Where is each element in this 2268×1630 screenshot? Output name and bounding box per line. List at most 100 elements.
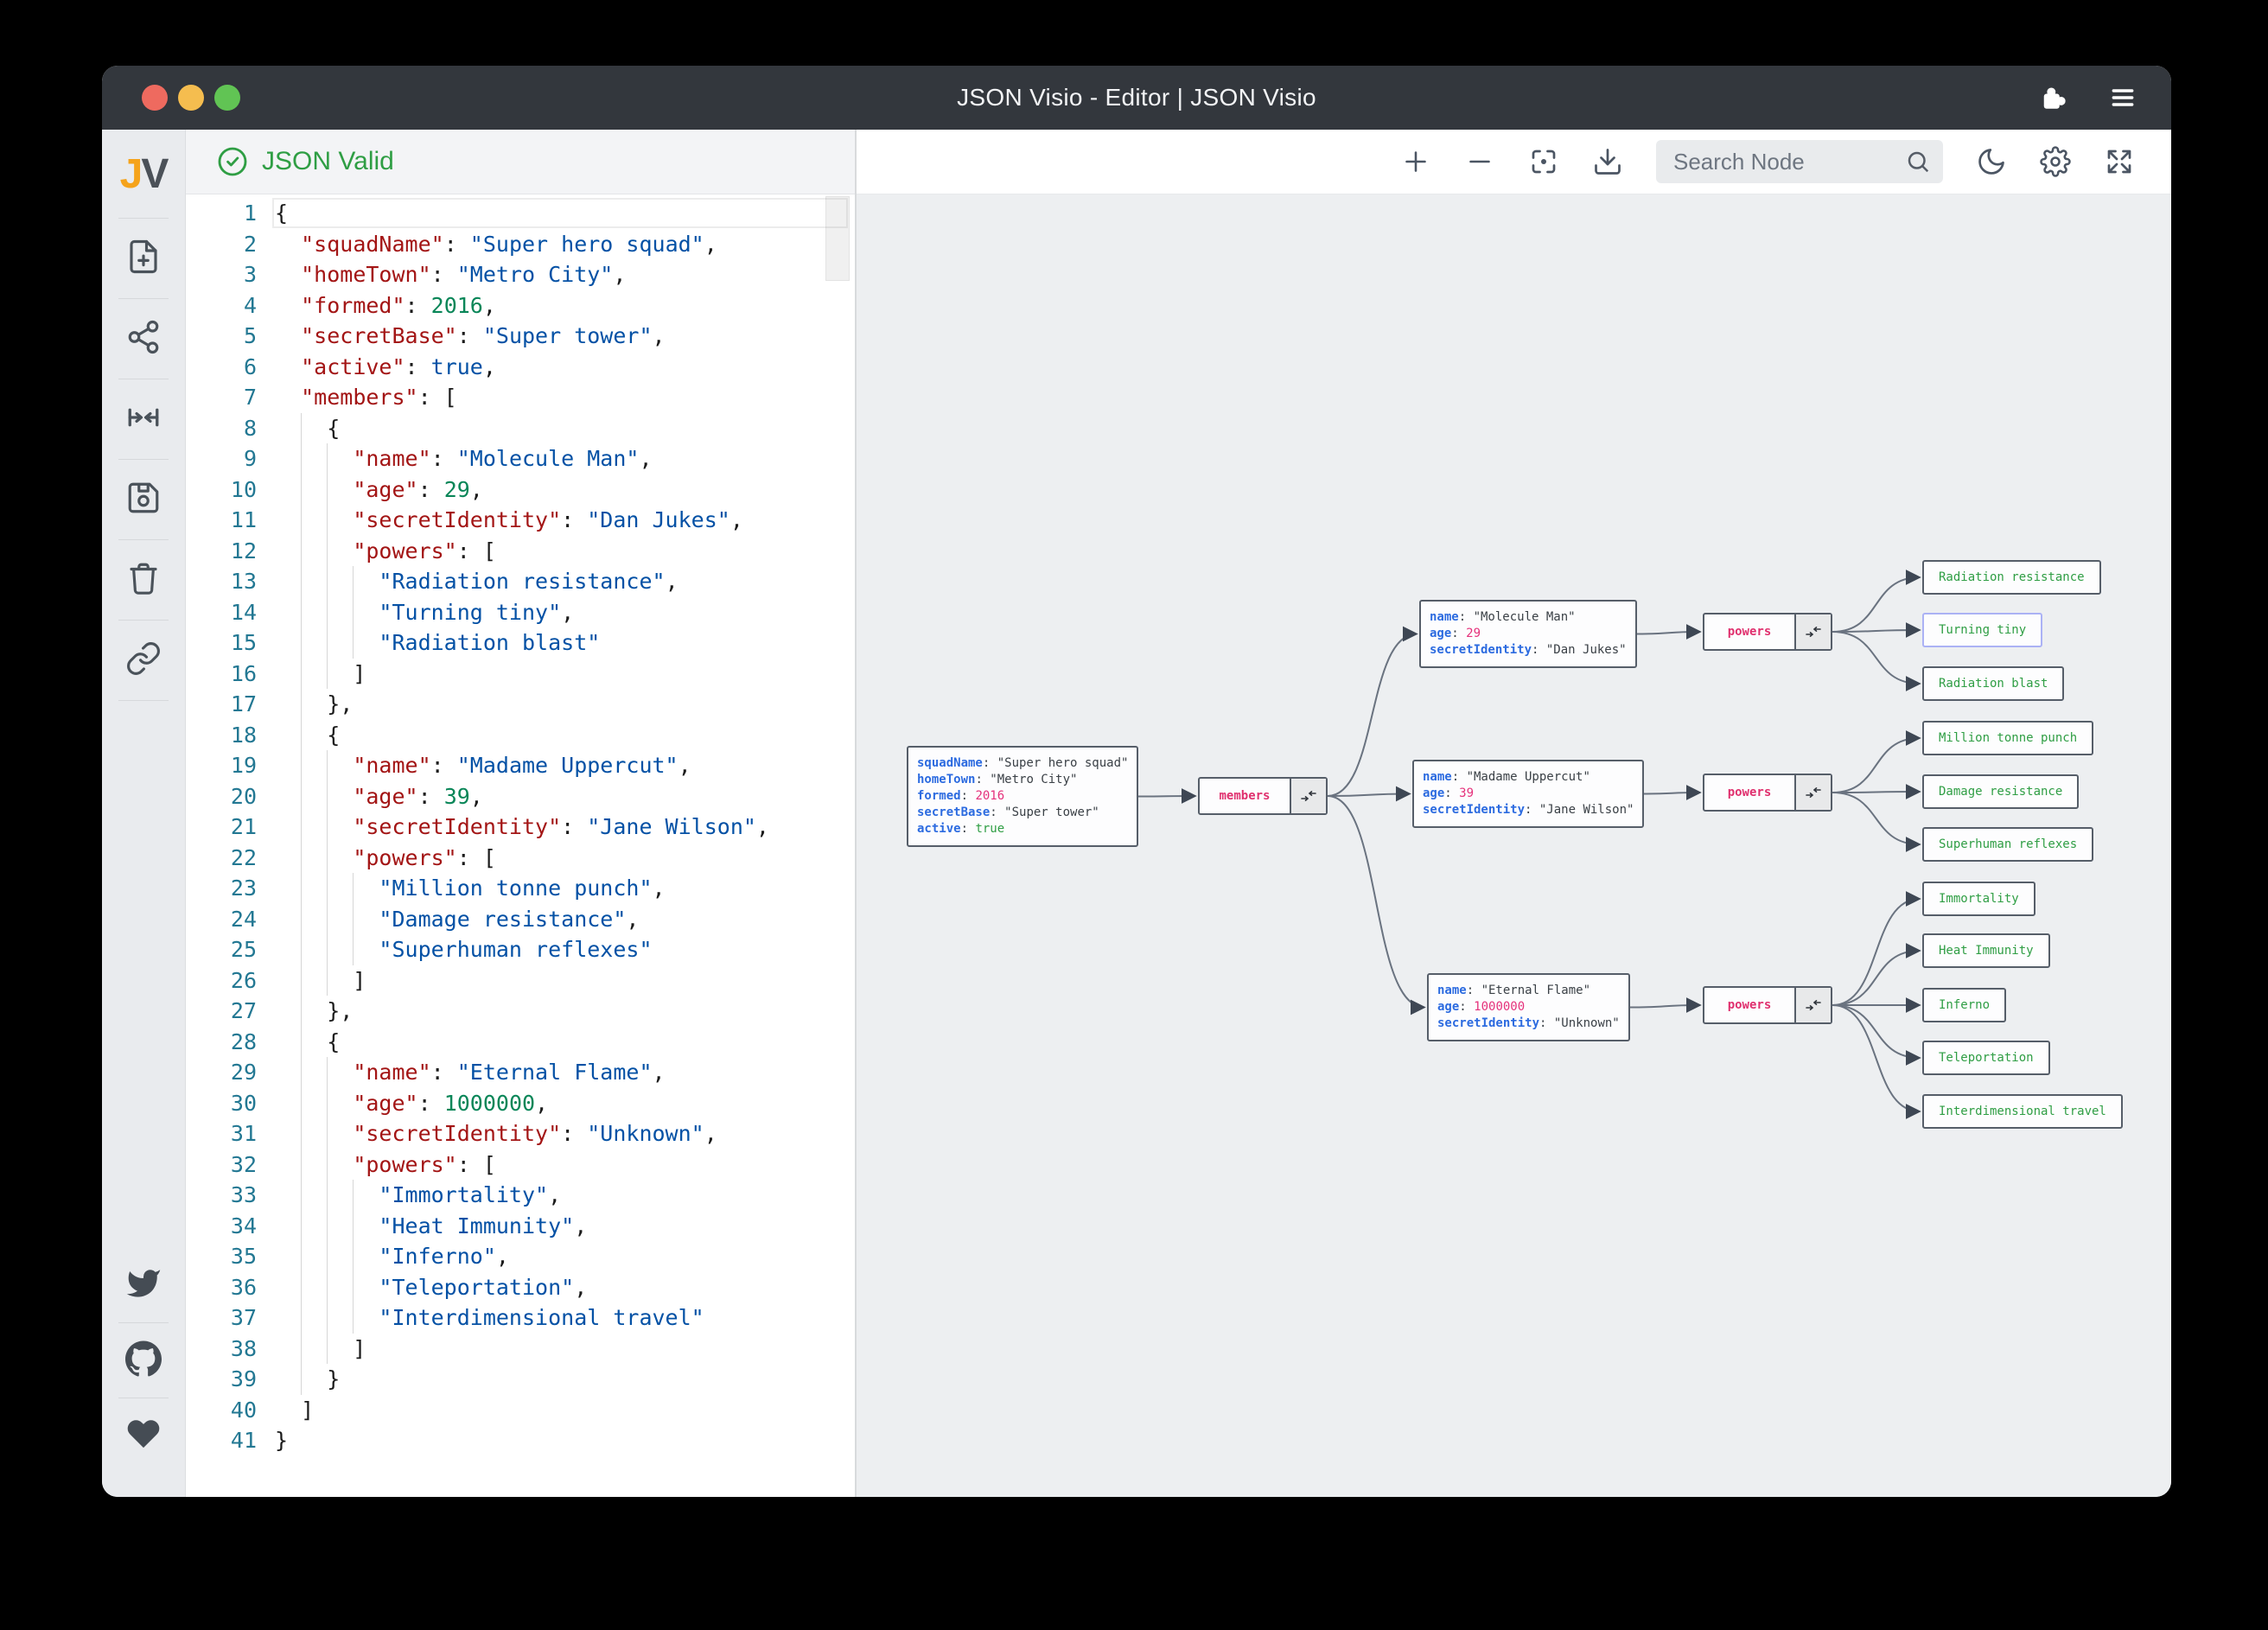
code-line-content[interactable]: "name": "Molecule Man", (257, 443, 652, 474)
code-line: 34 "Heat Immunity", (186, 1211, 855, 1242)
code-line-content[interactable]: "powers": [ (257, 1149, 496, 1181)
code-line-content[interactable]: "homeTown": "Metro City", (257, 259, 626, 290)
code-line-content[interactable]: "Heat Immunity", (257, 1211, 587, 1242)
code-line-content[interactable]: "Turning tiny", (257, 597, 574, 628)
close-button[interactable] (142, 85, 168, 111)
code-line-content[interactable]: { (257, 198, 288, 229)
save-button[interactable] (102, 460, 185, 539)
code-line-content[interactable]: "Interdimensional travel" (257, 1302, 704, 1334)
line-number: 6 (243, 353, 257, 379)
code-line-content[interactable]: "Superhuman reflexes" (257, 934, 652, 965)
twitter-link[interactable] (102, 1248, 185, 1322)
code-line-content[interactable]: "age": 1000000, (257, 1088, 548, 1119)
graph-node-p3a[interactable]: Immortality (1922, 882, 2035, 916)
line-number: 11 (230, 507, 257, 532)
code-line-content[interactable]: "secretIdentity": "Unknown", (257, 1118, 717, 1149)
code-line-content[interactable]: ] (257, 965, 366, 996)
graph-node-p3c[interactable]: Inferno (1922, 988, 2007, 1022)
share-button[interactable] (102, 299, 185, 379)
code-line-content[interactable]: "name": "Eternal Flame", (257, 1057, 665, 1088)
link-button[interactable] (102, 621, 185, 700)
graph-node-p2[interactable]: powers (1703, 774, 1832, 812)
graph-node-p2c[interactable]: Superhuman reflexes (1922, 827, 2094, 862)
graph-node-p1b[interactable]: Turning tiny (1922, 613, 2043, 647)
code-line: 13 "Radiation resistance", (186, 566, 855, 597)
traffic-lights (142, 66, 240, 130)
code-line-content[interactable]: "formed": 2016, (257, 290, 496, 322)
code-line: 16 ] (186, 659, 855, 690)
collapse-node-button[interactable] (1290, 779, 1326, 813)
code-line-content[interactable]: "Radiation blast" (257, 627, 600, 659)
github-link[interactable] (102, 1323, 185, 1398)
collapse-button[interactable] (102, 379, 185, 459)
center-focus-button[interactable] (1528, 146, 1559, 177)
graph-node-m2[interactable]: name: "Madame Uppercut" age: 39 secretIden… (1412, 760, 1645, 828)
settings-button[interactable] (2040, 146, 2071, 177)
zoom-button[interactable] (214, 85, 240, 111)
code-line-content[interactable]: { (257, 1027, 340, 1058)
search-node-input[interactable] (1672, 147, 1896, 176)
code-line-content[interactable]: ] (257, 659, 366, 690)
menu-icon[interactable] (2109, 84, 2137, 111)
new-document-button[interactable] (102, 219, 185, 298)
code-line-content[interactable]: "Immortality", (257, 1180, 561, 1211)
code-line-content[interactable]: "Million tonne punch", (257, 873, 665, 904)
graph-node-p1[interactable]: powers (1703, 613, 1832, 651)
code-line-content[interactable]: "members": [ (257, 382, 457, 413)
graph-node-p1a[interactable]: Radiation resistance (1922, 560, 2101, 595)
graph-node-p2b[interactable]: Damage resistance (1922, 774, 2080, 809)
code-line-content[interactable]: "age": 39, (257, 781, 483, 812)
collapse-node-button[interactable] (1794, 988, 1831, 1022)
code-line-content[interactable]: ] (257, 1395, 314, 1426)
code-line-content[interactable]: ] (257, 1334, 366, 1365)
code-line-content[interactable]: "Radiation resistance", (257, 566, 678, 597)
graph-node-members[interactable]: members (1198, 777, 1328, 815)
collapse-node-button[interactable] (1794, 614, 1831, 649)
graph-edge (1327, 626, 1418, 797)
code-line-content[interactable]: "powers": [ (257, 536, 496, 567)
graph-node-root[interactable]: squadName: "Super hero squad" homeTown: "… (907, 746, 1139, 847)
json-editor[interactable]: 1{2 "squadName": "Super hero squad", 3 "h… (186, 194, 855, 1497)
code-line-content[interactable]: { (257, 413, 340, 444)
graph-node-p3[interactable]: powers (1703, 986, 1832, 1024)
delete-button[interactable] (102, 540, 185, 620)
code-line-content[interactable]: }, (257, 689, 353, 720)
graph-board[interactable]: squadName: "Super hero squad" homeTown: "… (857, 194, 2171, 1497)
app-logo[interactable]: JV (120, 130, 169, 218)
zoom-in-button[interactable] (1400, 146, 1431, 177)
puzzle-icon[interactable] (2038, 82, 2069, 113)
dark-mode-button[interactable] (1976, 146, 2007, 177)
graph-node-m3[interactable]: name: "Eternal Flame" age: 1000000 secretI… (1427, 973, 1630, 1041)
graph-node-p2a[interactable]: Million tonne punch (1922, 721, 2094, 755)
collapse-node-button[interactable] (1794, 775, 1831, 810)
code-line-content[interactable]: } (257, 1425, 288, 1456)
fullscreen-button[interactable] (2104, 146, 2135, 177)
graph-node-p3d[interactable]: Teleportation (1922, 1041, 2050, 1075)
code-line-content[interactable]: "squadName": "Super hero squad", (257, 229, 717, 260)
code-line-content[interactable]: "Inferno", (257, 1241, 509, 1272)
code-line-content[interactable]: "age": 29, (257, 474, 483, 506)
code-line-content[interactable]: "secretBase": "Super tower", (257, 321, 665, 352)
download-button[interactable] (1592, 146, 1623, 177)
sponsor-link[interactable] (102, 1398, 185, 1473)
code-line-content[interactable]: "powers": [ (257, 843, 496, 874)
graph-node-p1c[interactable]: Radiation blast (1922, 666, 2065, 701)
graph-node-m1[interactable]: name: "Molecule Man" age: 29 secretIdentit… (1419, 600, 1637, 668)
code-line-content[interactable]: "Teleportation", (257, 1272, 587, 1303)
code-line-content[interactable]: "active": true, (257, 352, 496, 383)
graph-node-p3e[interactable]: Interdimensional travel (1922, 1094, 2123, 1129)
editor-scrollbar[interactable] (825, 196, 850, 281)
code-line-content[interactable]: "name": "Madame Uppercut", (257, 750, 691, 781)
code-line-content[interactable]: } (257, 1364, 340, 1395)
code-line-content[interactable]: "secretIdentity": "Dan Jukes", (257, 505, 743, 536)
node-row: active: true (917, 822, 1005, 836)
graph-edge (1832, 622, 1921, 639)
minimize-button[interactable] (178, 85, 204, 111)
titlebar: JSON Visio - Editor | JSON Visio (102, 66, 2171, 130)
graph-node-p3b[interactable]: Heat Immunity (1922, 933, 2050, 968)
zoom-out-button[interactable] (1464, 146, 1495, 177)
code-line-content[interactable]: "Damage resistance", (257, 904, 639, 935)
code-line-content[interactable]: "secretIdentity": "Jane Wilson", (257, 812, 769, 843)
code-line-content[interactable]: }, (257, 996, 353, 1027)
code-line-content[interactable]: { (257, 720, 340, 751)
